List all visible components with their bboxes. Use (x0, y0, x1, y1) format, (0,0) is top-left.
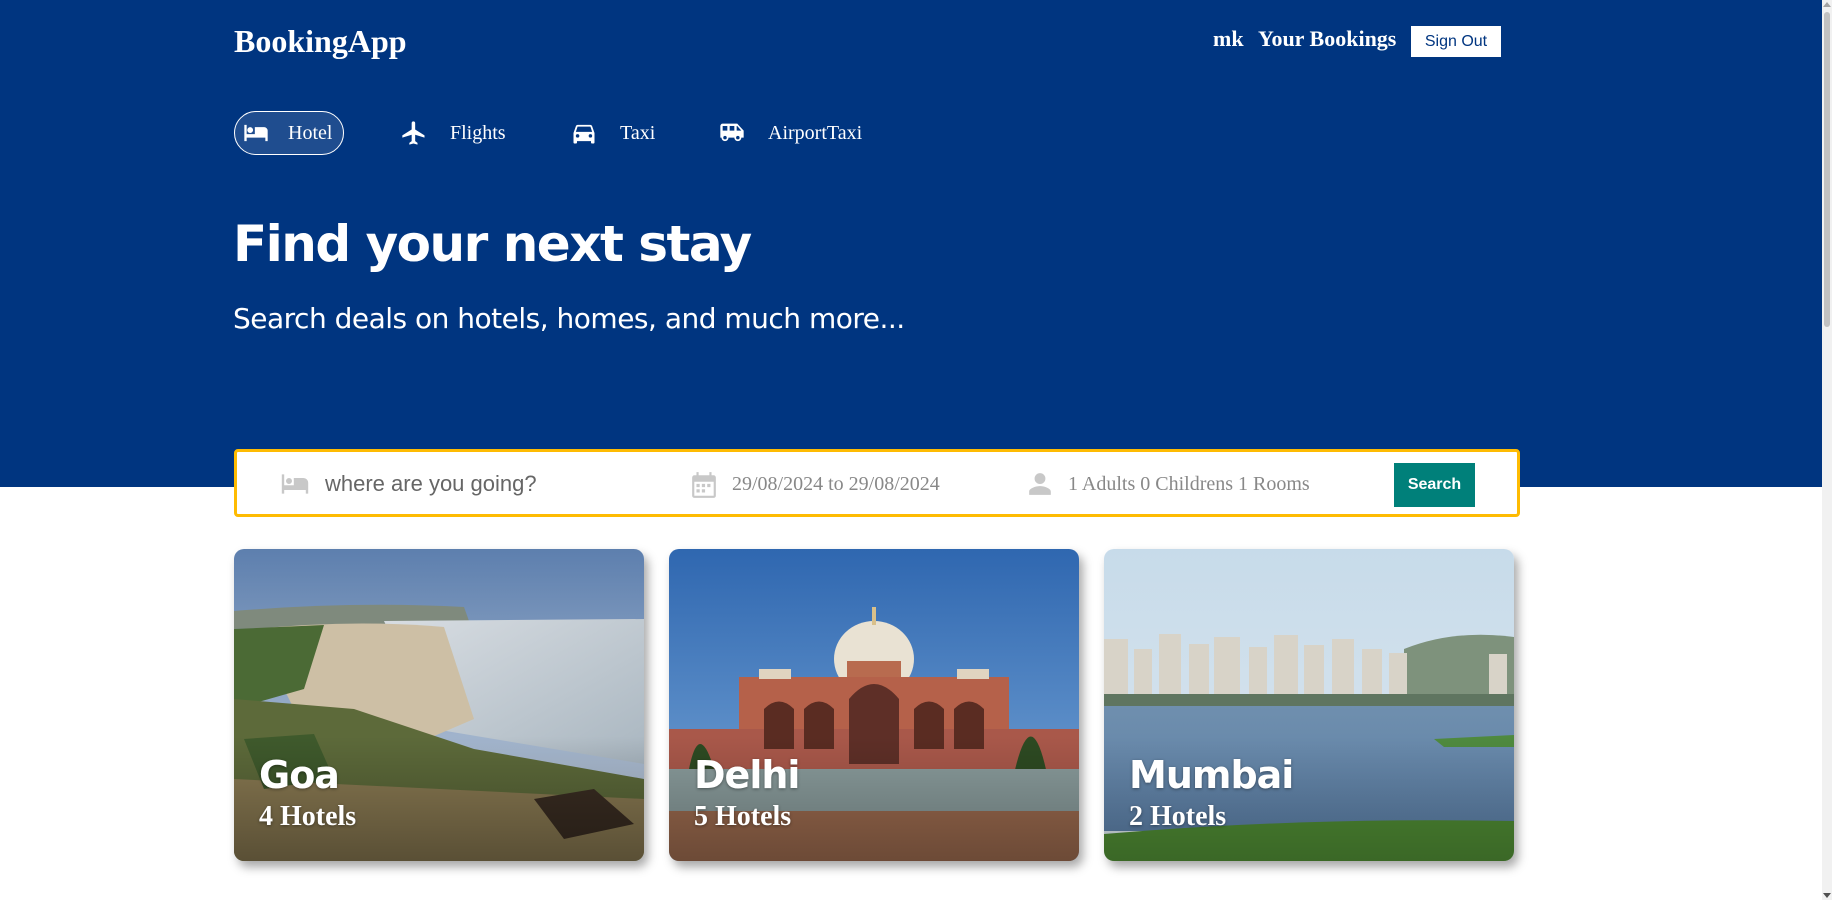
tab-label: Hotel (288, 121, 333, 144)
search-button[interactable]: Search (1394, 463, 1475, 507)
tab-hotel[interactable]: Hotel (234, 111, 344, 155)
car-icon (573, 124, 595, 144)
scrollbar-thumb[interactable] (1824, 12, 1830, 327)
tab-label: Flights (450, 121, 506, 144)
tab-label: AirportTaxi (768, 121, 863, 144)
card-hotel-count: 4 Hotels (259, 801, 357, 832)
your-bookings-link[interactable]: Your Bookings (1258, 26, 1396, 52)
brand-logo[interactable]: BookingApp (234, 23, 407, 60)
bed-icon (244, 124, 268, 142)
van-icon (720, 123, 744, 142)
sign-out-button[interactable]: Sign Out (1411, 26, 1501, 57)
bed-icon (281, 474, 309, 494)
scroll-down-icon[interactable] (1823, 893, 1831, 898)
destination-input[interactable] (325, 467, 645, 501)
featured-card-delhi[interactable]: Delhi 5 Hotels (669, 549, 1079, 861)
page-subtitle: Search deals on hotels, homes, and much … (233, 302, 905, 335)
occupancy-field[interactable]: 1 Adults 0 Childrens 1 Rooms (1068, 473, 1310, 496)
tab-airporttaxi[interactable]: AirportTaxi (718, 111, 862, 155)
card-hotel-count: 5 Hotels (694, 801, 792, 832)
card-city: Delhi (694, 753, 800, 797)
card-hotel-count: 2 Hotels (1129, 801, 1227, 832)
tab-taxi[interactable]: Taxi (570, 111, 655, 155)
tab-label: Taxi (620, 121, 656, 144)
plane-icon (402, 121, 425, 145)
user-name: mk (1213, 26, 1244, 51)
scroll-up-icon[interactable] (1823, 2, 1831, 7)
person-icon (1029, 473, 1051, 495)
card-city: Mumbai (1129, 753, 1294, 797)
page-scrollbar[interactable] (1822, 0, 1832, 900)
card-city: Goa (259, 753, 340, 797)
calendar-icon (692, 472, 716, 498)
featured-card-mumbai[interactable]: Mumbai 2 Hotels (1104, 549, 1514, 861)
search-bar: 29/08/2024 to 29/08/2024 1 Adults 0 Chil… (234, 449, 1520, 517)
featured-card-goa[interactable]: Goa 4 Hotels (234, 549, 644, 861)
page-title: Find your next stay (233, 215, 752, 273)
date-range-field[interactable]: 29/08/2024 to 29/08/2024 (732, 473, 940, 496)
tab-flights[interactable]: Flights (400, 111, 506, 155)
